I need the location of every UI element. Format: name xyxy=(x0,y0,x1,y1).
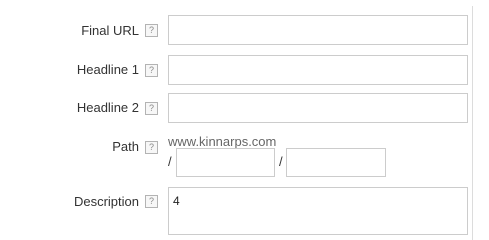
panel-divider xyxy=(472,6,473,240)
description-textarea[interactable]: 4 xyxy=(168,187,468,235)
path-2-input[interactable] xyxy=(286,148,386,177)
path-separator-1: / xyxy=(168,154,172,169)
final-url-input[interactable] xyxy=(168,15,468,45)
path-1-input[interactable] xyxy=(176,148,275,177)
final-url-help-icon[interactable]: ? xyxy=(145,24,158,37)
path-help-icon[interactable]: ? xyxy=(145,141,158,154)
path-separator-2: / xyxy=(279,154,283,169)
description-help-icon[interactable]: ? xyxy=(145,195,158,208)
headline-1-input[interactable] xyxy=(168,55,468,85)
description-label: Description xyxy=(73,194,139,209)
headline-1-label: Headline 1 xyxy=(76,62,139,77)
path-label: Path xyxy=(112,139,139,154)
final-url-label: Final URL xyxy=(81,23,139,38)
headline-2-input[interactable] xyxy=(168,93,468,123)
ad-editor-form: Final URL ? Headline 1 ? Headline 2 ? Pa… xyxy=(0,0,489,240)
display-domain: www.kinnarps.com xyxy=(168,134,277,149)
headline-1-help-icon[interactable]: ? xyxy=(145,64,158,77)
headline-2-help-icon[interactable]: ? xyxy=(145,102,158,115)
headline-2-label: Headline 2 xyxy=(76,100,139,115)
